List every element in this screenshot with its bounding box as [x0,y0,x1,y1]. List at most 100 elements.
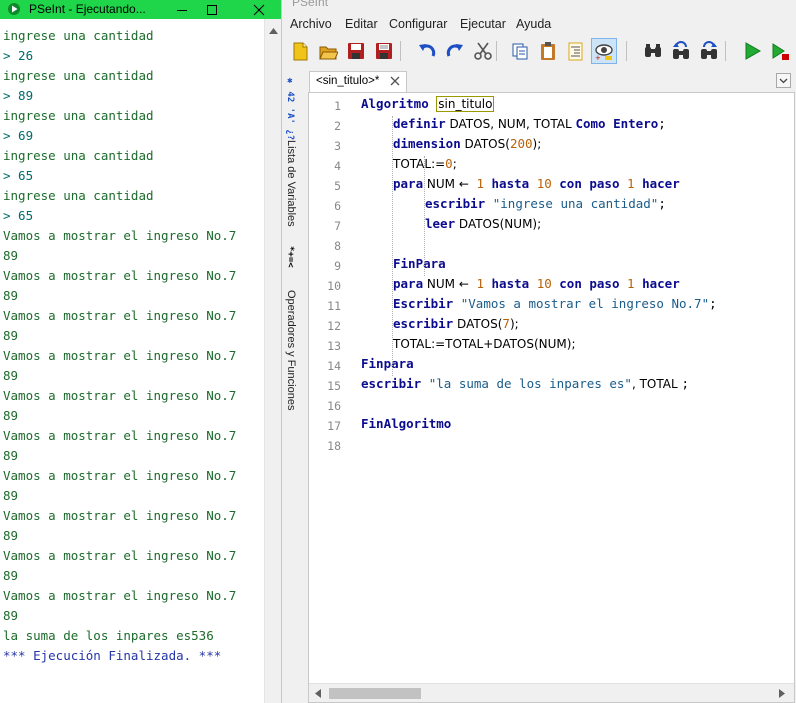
code-keyword: Como Entero [575,116,659,131]
new-file-icon [293,42,308,61]
open-folder-button[interactable] [315,38,341,64]
code-token: NUM [423,177,459,191]
code-token: ); [509,317,519,331]
console-line: ingrese una cantidad [3,148,154,163]
code-line[interactable]: escribir "ingrese una cantidad"; [425,196,666,216]
console-line: ingrese una cantidad [3,188,154,203]
line-number: 17 [327,419,341,433]
redo-icon [446,44,463,57]
code-line[interactable]: FinAlgoritmo [361,416,451,436]
find-button[interactable] [640,38,666,64]
code-keyword: FinPara [393,256,446,271]
line-number: 12 [327,319,341,333]
code-string: "ingrese una cantidad" [492,196,659,211]
cut-icon [474,42,492,60]
new-file-button[interactable] [287,38,313,64]
code-token: ; [452,157,457,171]
code-keyword: escribir [425,196,486,211]
code-keyword: con paso [559,276,620,291]
code-area[interactable]: Algoritmo sin_titulo definir DATOS, NUM, … [361,93,793,683]
step-run-button[interactable] [767,38,793,64]
tab-sin-titulo[interactable]: <sin_titulo>* [309,71,407,92]
code-line[interactable]: para NUM ← 1 hasta 10 con paso 1 hacer [393,276,680,296]
find-previous-icon [673,41,689,59]
code-line[interactable]: Algoritmo sin_titulo [361,96,495,116]
code-line[interactable]: dimension DATOS(200); [393,136,541,156]
editor-horizontal-scrollbar[interactable] [309,683,794,702]
save-button[interactable] [343,38,369,64]
console-line: *** Ejecución Finalizada. *** [3,648,222,663]
menu-configurar[interactable]: Configurar [389,17,447,31]
copy-button[interactable] [507,38,533,64]
code-editor[interactable]: 1 2 3 4 5 6 7 8 9 10 11 12 13 14 15 16 17 18 Algoritmo si… [308,92,795,703]
console-titlebar[interactable]: PSeInt - Ejecutando... [0,0,281,19]
menu-editar[interactable]: Editar [345,17,378,31]
find-next-button[interactable] [696,38,722,64]
code-line[interactable]: para NUM ← 1 hasta 10 con paso 1 hacer [393,176,680,196]
code-line[interactable]: escribir DATOS(7); [393,316,519,336]
console-line: 89 [3,248,19,263]
toolbar-separator [400,41,401,61]
copy-icon [512,43,528,60]
code-number: 1 [627,276,635,291]
code-string: "Vamos a mostrar el ingreso No.7" [460,296,710,311]
close-button[interactable] [244,0,274,19]
indent-button[interactable] [563,38,589,64]
save-as-button[interactable] [371,38,397,64]
inspect-button[interactable]: + [591,38,617,64]
code-line[interactable]: FinPara [393,256,446,276]
console-line: ingrese una cantidad [3,108,154,123]
console-line: 89 [3,288,19,303]
code-line[interactable]: definir DATOS, NUM, TOTAL Como Entero; [393,116,666,136]
code-token: ; [681,376,689,391]
code-line[interactable]: Escribir "Vamos a mostrar el ingreso No.… [393,296,717,316]
run-button[interactable] [739,38,765,64]
paste-button[interactable] [535,38,561,64]
tab-close-icon[interactable] [390,76,400,86]
menu-ayuda[interactable]: Ayuda [516,17,551,31]
line-number: 10 [327,279,341,293]
console-line: > 69 [3,128,34,143]
tab-variables-list[interactable]: ✱ 42 'A' ¿? Lista de Variables [282,70,304,240]
undo-button[interactable] [414,38,440,64]
scroll-up-icon[interactable] [269,28,278,34]
code-token: NUM [423,277,459,291]
tab-label: <sin_titulo>* [316,75,380,87]
code-line[interactable]: leer DATOS(NUM); [425,216,541,236]
console-vertical-scrollbar[interactable] [264,19,281,703]
menu-archivo[interactable]: Archivo [290,17,332,31]
scroll-left-icon[interactable] [315,689,321,698]
code-line[interactable]: Finpara [361,356,414,376]
scroll-right-icon[interactable] [779,689,785,698]
scrollbar-thumb[interactable] [329,688,421,699]
redo-button[interactable] [442,38,468,64]
code-token: ); [532,137,542,151]
operators-tab-label: Operadores y Funciones [285,290,297,411]
toolbar-separator [626,41,627,61]
maximize-button[interactable] [197,0,227,19]
console-line: Vamos a mostrar el ingreso No.7 [3,468,237,483]
line-number: 13 [327,339,341,353]
console-output[interactable]: ingrese una cantidad > 26 ingrese una cant… [0,19,264,703]
console-window: PSeInt - Ejecutando... ingrese una canti… [0,0,281,703]
code-keyword: escribir [361,376,422,391]
code-token: DATOS( [460,137,510,151]
code-token: DATOS(NUM); [455,217,542,231]
code-token: sin_titulo [436,96,495,112]
tab-operators-functions[interactable]: *+=< Operadores y Funciones [282,244,304,424]
menu-ejecutar[interactable]: Ejecutar [460,17,506,31]
code-line[interactable]: TOTAL:=TOTAL+DATOS(NUM); [393,336,576,356]
minimize-button[interactable] [167,0,197,19]
find-previous-button[interactable] [668,38,694,64]
code-line[interactable]: escribir "la suma de los inpares es", TO… [361,376,689,396]
cut-button[interactable] [470,38,496,64]
code-keyword: hacer [642,176,680,191]
code-number: 10 [536,176,552,191]
line-number-gutter: 1 2 3 4 5 6 7 8 9 10 11 12 13 14 15 16 17 18 [309,93,347,683]
variables-icon: ✱ 42 'A' ¿? [285,76,295,141]
tab-list-dropdown[interactable] [776,73,791,88]
